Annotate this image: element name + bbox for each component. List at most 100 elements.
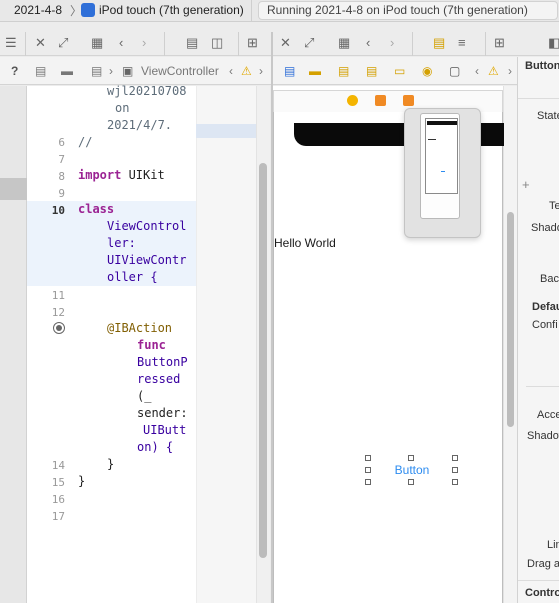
line-number: 16 [51,493,65,506]
code-line: // [78,135,93,149]
minimap-highlight [196,124,256,138]
file-icon[interactable]: ▤ [91,64,102,78]
warning-icon[interactable]: ⚠ [241,64,252,78]
inspector-label: Bac [540,273,559,285]
add-editor-icon[interactable]: ⊞ [494,35,505,51]
add-icon[interactable]: + [522,177,530,192]
canvas-scrollbar[interactable] [507,212,514,427]
inspector-label: State [537,110,559,122]
chevron-right-icon: › [109,64,113,78]
inspector-label: Drag a [527,558,559,570]
inspector-label: Shadow [527,430,559,442]
preview-label-mark [428,139,436,140]
line-number: 15 [51,476,65,489]
forward-icon[interactable]: › [259,64,263,78]
inspector-label: Lin [547,539,559,551]
inspector-section-title: Button [525,60,559,72]
view-controller-icon[interactable] [347,95,358,106]
inspector-label: Defau [532,301,559,313]
warning-icon[interactable]: ⚠ [488,64,499,78]
forward-icon[interactable]: › [142,35,146,51]
inspector-icon[interactable]: ◧ [548,35,559,51]
line-number: 7 [58,153,65,166]
code-param: sender: [137,406,188,420]
code-brace: } [78,474,86,488]
storyboard-icon[interactable]: ▭ [394,64,405,78]
close-icon[interactable]: ✕ [280,35,291,51]
code-paren: (_ [137,389,152,403]
back-icon[interactable]: ‹ [366,35,370,51]
resize-handle[interactable] [408,479,414,485]
line-number: 14 [51,459,65,472]
exit-icon[interactable] [403,95,414,106]
view-controller-icon[interactable]: ◉ [422,64,432,78]
inspector-label: Acce [537,409,559,421]
code-func-name: ButtonP [137,355,188,369]
code-comment: 2021/4/7. [107,118,173,132]
file-icon[interactable]: ▤ [366,64,377,78]
code-keyword-class: class [78,202,115,216]
expand-icon[interactable]: ⤢ [304,35,314,51]
code-param-type: UIButt [143,423,187,437]
inspector-section-title: Contro [525,587,559,599]
first-responder-icon[interactable] [375,95,386,106]
grid-icon[interactable]: ▦ [91,35,103,51]
document-icon[interactable]: ▤ [186,35,198,51]
inspector-label: Confi [532,319,558,331]
resize-handle[interactable] [452,455,458,461]
resize-handle[interactable] [365,479,371,485]
line-number: 10 [51,204,65,217]
button-element[interactable]: Button [392,463,432,477]
file-icon[interactable]: ▤ [35,64,46,78]
close-icon[interactable]: ✕ [35,35,46,51]
xcode-window: 2021-4-8 〉 iPod touch (7th generation) R… [0,0,559,603]
back-icon[interactable]: ‹ [229,64,233,78]
forward-icon[interactable]: › [508,64,512,78]
code-class-name: ViewControl [107,219,187,233]
divider [518,580,559,581]
grid-icon[interactable]: ▦ [338,35,350,51]
divider [238,32,239,56]
inspector-label: Shado [531,222,559,234]
resize-handle[interactable] [365,467,371,473]
resize-handle[interactable] [408,455,414,461]
resize-handle[interactable] [365,455,371,461]
file-icon[interactable]: ▤ [284,64,295,78]
folder-icon[interactable]: ▬ [309,64,321,78]
sidebar-toggle-icon[interactable]: ☰ [5,35,17,51]
navigator-selected-row[interactable] [0,178,27,200]
line-number: 11 [51,289,65,302]
forward-icon[interactable]: › [390,35,394,51]
folder-icon[interactable]: ▬ [61,64,73,78]
resize-handle[interactable] [452,467,458,473]
divider [412,32,413,56]
activity-status-text: Running 2021-4-8 on iPod touch (7th gene… [267,3,528,17]
resize-handle[interactable] [452,479,458,485]
swift-file-icon: ▣ [122,64,134,78]
line-number: 8 [58,170,65,183]
view-icon[interactable]: ▢ [449,64,460,78]
divider [518,98,559,99]
back-icon[interactable]: ‹ [475,64,479,78]
code-attribute: @IBAction [107,321,173,335]
code-comment: wjl20210708 [107,84,187,98]
split-editor-icon[interactable]: ◫ [211,35,223,51]
scheme-selector[interactable]: 2021-4-8 [14,3,62,17]
hello-label[interactable]: Hello World [274,236,336,250]
expand-icon[interactable]: ⤢ [58,35,68,51]
device-selector[interactable]: iPod touch (7th generation) [99,3,244,17]
document-icon[interactable]: ▤ [433,35,445,51]
file-icon[interactable]: ▤ [338,64,349,78]
minimap[interactable] [196,86,256,603]
divider [164,32,165,56]
lines-icon[interactable]: ≡ [458,35,466,51]
help-icon[interactable]: ? [11,64,18,78]
device-preview-notch [427,121,457,125]
add-editor-icon[interactable]: ⊞ [247,35,258,51]
jump-bar-file[interactable]: ViewController [141,64,219,78]
back-icon[interactable]: ‹ [119,35,123,51]
line-number: 17 [51,510,65,523]
editor-scrollbar[interactable] [259,163,267,558]
app-icon [81,3,95,17]
code-superclass: oller { [107,270,158,284]
